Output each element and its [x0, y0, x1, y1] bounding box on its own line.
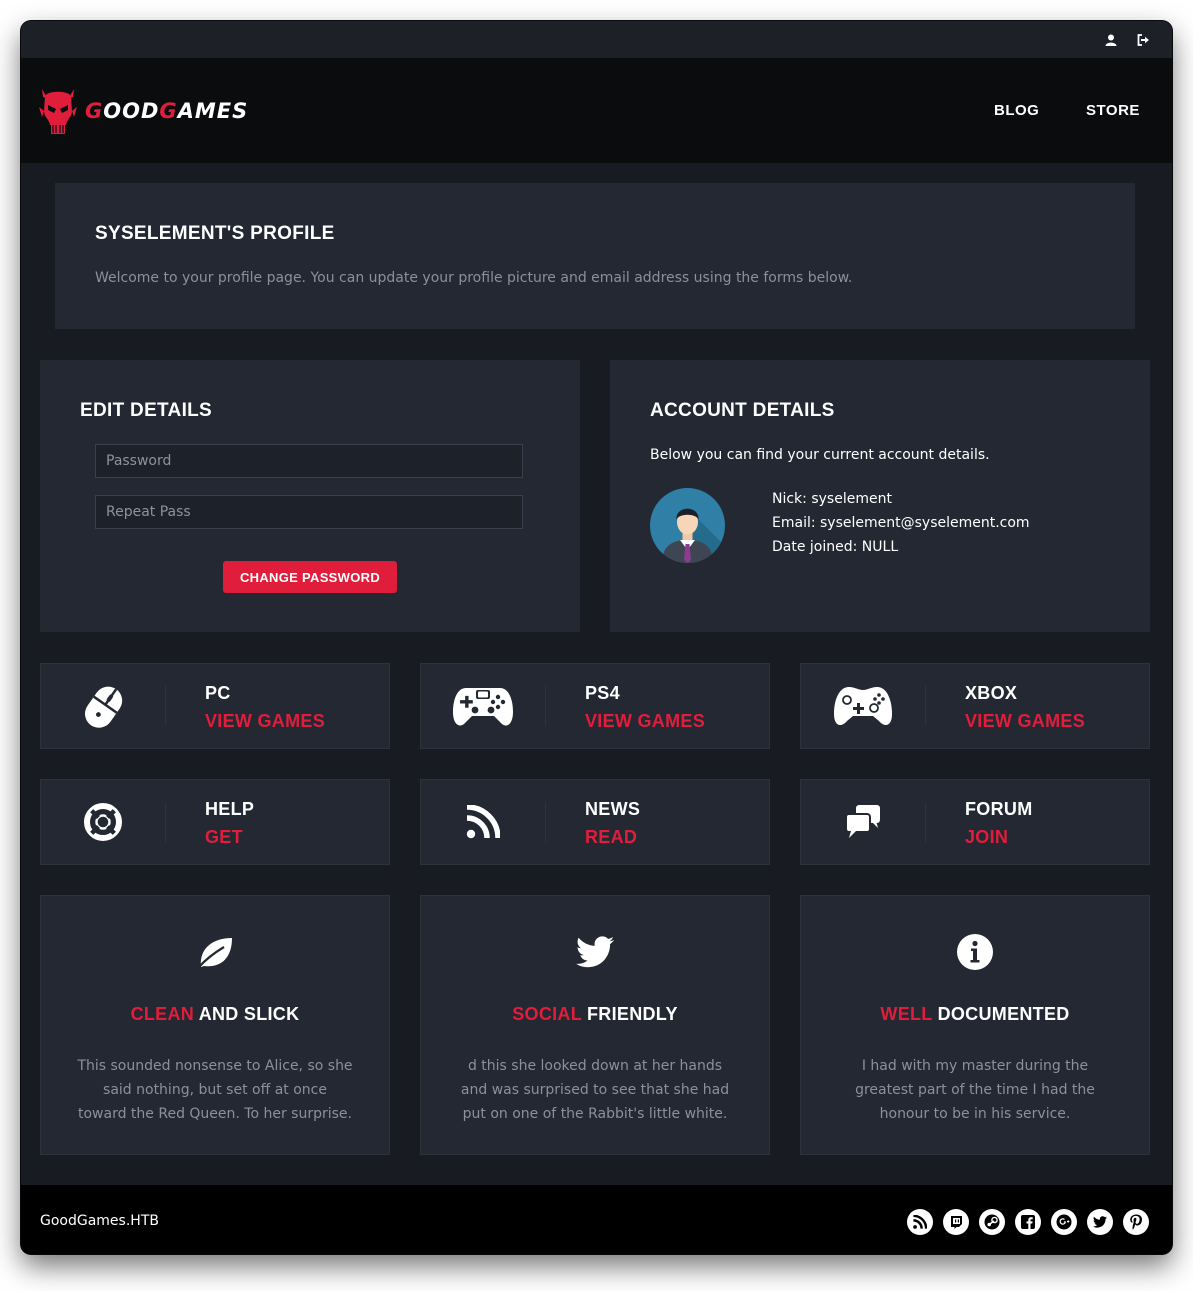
browser-window: GOODGAMES BLOG STORE SYSELEMENT'S PROFIL… [21, 21, 1172, 1254]
category-title: FORUM [965, 799, 1033, 819]
steam-icon[interactable] [979, 1209, 1005, 1235]
rss-icon [451, 796, 515, 848]
skull-logo-icon [39, 89, 77, 134]
account-details-panel: ACCOUNT DETAILS Below you can find your … [610, 360, 1150, 632]
feature-social: SOCIAL FRIENDLY d this she looked down a… [420, 895, 770, 1155]
ps4-controller-icon [451, 680, 515, 732]
card-divider [545, 686, 546, 726]
account-email: Email: syselement@syselement.com [772, 515, 1030, 531]
site-logo[interactable]: GOODGAMES [39, 87, 248, 135]
edit-details-panel: EDIT DETAILS CHANGE PASSWORD [40, 360, 580, 632]
category-action-link[interactable]: JOIN [965, 827, 1008, 848]
leaf-icon [195, 932, 235, 972]
feature-title: SOCIAL FRIENDLY [512, 1004, 678, 1024]
edit-details-title: EDIT DETAILS [80, 400, 213, 421]
card-divider [165, 802, 166, 842]
category-title: XBOX [965, 683, 1018, 703]
pinterest-icon[interactable] [1123, 1209, 1149, 1235]
lifebuoy-icon [71, 796, 135, 848]
info-icon [955, 932, 995, 972]
nav-blog[interactable]: BLOG [994, 102, 1039, 119]
profile-subtitle: Welcome to your profile page. You can up… [95, 270, 853, 286]
feature-title: CLEAN AND SLICK [130, 1004, 300, 1024]
category-action-link[interactable]: READ [585, 827, 637, 848]
category-title: PS4 [585, 683, 620, 703]
change-password-button[interactable]: CHANGE PASSWORD [223, 561, 397, 593]
category-forum[interactable]: FORUM JOIN [800, 779, 1150, 865]
twitch-icon[interactable] [943, 1209, 969, 1235]
comments-icon [831, 796, 895, 848]
feature-description: This sounded nonsense to Alice, so she s… [77, 1058, 353, 1122]
rss-icon[interactable] [907, 1209, 933, 1235]
card-divider [925, 802, 926, 842]
category-pc[interactable]: PC VIEW GAMES [40, 663, 390, 749]
top-bar [21, 21, 1172, 58]
facebook-icon[interactable] [1015, 1209, 1041, 1235]
account-intro: Below you can find your current account … [650, 447, 990, 463]
feature-title: WELL DOCUMENTED [880, 1004, 1070, 1024]
card-divider [545, 802, 546, 842]
feature-documented: WELL DOCUMENTED I had with my master dur… [800, 895, 1150, 1155]
twitter-icon[interactable] [1087, 1209, 1113, 1235]
mouse-icon [71, 680, 135, 732]
account-details-title: ACCOUNT DETAILS [650, 400, 835, 421]
profile-banner: SYSELEMENT'S PROFILE Welcome to your pro… [55, 183, 1135, 329]
sign-out-icon[interactable] [1136, 33, 1150, 47]
category-title: HELP [205, 799, 255, 819]
google-plus-icon[interactable] [1051, 1209, 1077, 1235]
avatar [650, 488, 725, 563]
site-footer: GoodGames.HTB [21, 1185, 1172, 1254]
category-action-link[interactable]: VIEW GAMES [205, 711, 325, 732]
card-divider [925, 686, 926, 726]
category-action-link[interactable]: VIEW GAMES [585, 711, 705, 732]
feature-description: d this she looked down at her hands and … [460, 1058, 730, 1122]
page-title: SYSELEMENT'S PROFILE [95, 223, 335, 244]
feature-clean: CLEAN AND SLICK This sounded nonsense to… [40, 895, 390, 1155]
category-xbox[interactable]: XBOX VIEW GAMES [800, 663, 1150, 749]
category-news[interactable]: NEWS READ [420, 779, 770, 865]
category-title: NEWS [585, 799, 641, 819]
user-icon[interactable] [1104, 33, 1118, 47]
feature-description: I had with my master during the greatest… [855, 1058, 1095, 1122]
logo-text: GOODGAMES [85, 99, 249, 123]
category-help[interactable]: HELP GET [40, 779, 390, 865]
twitter-icon [575, 932, 615, 972]
repeat-password-field[interactable] [95, 495, 523, 529]
category-action-link[interactable]: GET [205, 827, 243, 848]
account-nick: Nick: syselement [772, 491, 892, 507]
category-action-link[interactable]: VIEW GAMES [965, 711, 1085, 732]
card-divider [165, 686, 166, 726]
site-header: GOODGAMES BLOG STORE [21, 58, 1172, 163]
category-title: PC [205, 683, 231, 703]
account-date-joined: Date joined: NULL [772, 539, 899, 555]
password-field[interactable] [95, 444, 523, 478]
footer-brand: GoodGames.HTB [40, 1213, 159, 1229]
category-ps4[interactable]: PS4 VIEW GAMES [420, 663, 770, 749]
nav-store[interactable]: STORE [1086, 102, 1140, 119]
xbox-controller-icon [831, 680, 895, 732]
